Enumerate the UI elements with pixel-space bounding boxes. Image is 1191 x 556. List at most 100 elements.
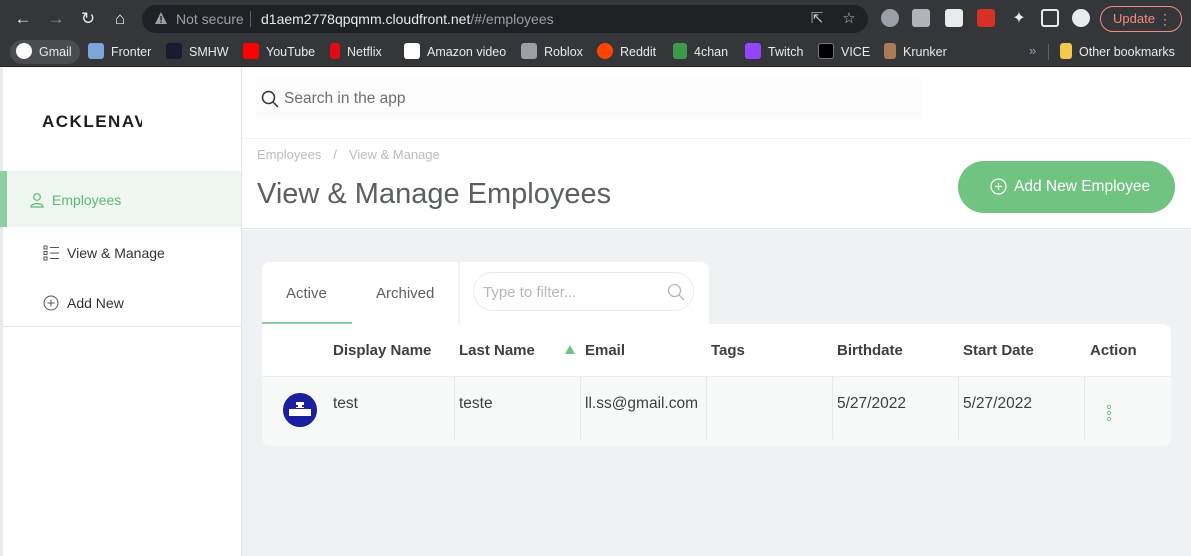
- bookmark-label: VICE: [841, 45, 871, 59]
- cell-start-date: 5/27/2022: [963, 395, 1032, 412]
- tab-archived[interactable]: Archived: [376, 285, 434, 302]
- bookmark-vice[interactable]: VICE: [818, 43, 870, 61]
- column-divider: [1084, 377, 1085, 439]
- divider: [3, 326, 241, 327]
- sidepanel-icon[interactable]: [1041, 9, 1059, 27]
- reload-icon[interactable]: ↻: [77, 8, 99, 30]
- breadcrumb: Employees / View & Manage: [257, 147, 440, 162]
- search-icon[interactable]: [667, 283, 685, 301]
- plus-circle-icon: [43, 295, 59, 311]
- avatar: [283, 393, 317, 427]
- extension-icon[interactable]: [912, 9, 930, 27]
- address-bar[interactable]: Not secure d1aem2778qpqmm.cloudfront.net…: [142, 5, 868, 33]
- bookmark-label: Twitch: [768, 45, 804, 59]
- search-input[interactable]: [284, 88, 684, 110]
- extension-icon[interactable]: [945, 9, 963, 27]
- url-host: d1aem2778qpqmm.cloudfront.net: [261, 11, 471, 27]
- app: ACKLENAVE Employees View & Manage Add Ne…: [0, 68, 1191, 556]
- bookmark-roblox[interactable]: Roblox: [521, 43, 583, 61]
- youtube-icon: [243, 43, 259, 59]
- roblox-icon: [521, 43, 537, 59]
- share-icon[interactable]: ⇱: [807, 9, 827, 29]
- list-icon: [43, 245, 59, 261]
- more-options-icon[interactable]: [1106, 404, 1112, 422]
- 4chan-icon: [673, 43, 687, 59]
- bookmark-4chan[interactable]: 4chan: [673, 43, 728, 61]
- avatar-image: [283, 393, 317, 427]
- bookmark-youtube[interactable]: YouTube: [243, 43, 315, 61]
- column-divider: [958, 377, 959, 439]
- tab-active[interactable]: Active: [286, 285, 327, 302]
- column-divider: [832, 377, 833, 439]
- twitch-icon: [745, 43, 761, 59]
- bookmark-label: Krunker: [903, 45, 947, 59]
- logo[interactable]: ACKLENAVE: [42, 112, 142, 132]
- url-path: /#/employees: [470, 11, 554, 27]
- bookmark-twitch[interactable]: Twitch: [745, 43, 803, 61]
- update-button[interactable]: Update ⋮: [1100, 6, 1182, 32]
- bookmark-krunker[interactable]: Krunker: [884, 43, 947, 61]
- sidebar-edge: [0, 68, 3, 556]
- column-header-last-name[interactable]: Last Name: [459, 342, 535, 359]
- netflix-icon: [330, 43, 340, 59]
- vice-icon: [818, 43, 834, 59]
- forward-icon[interactable]: →: [45, 8, 67, 30]
- cell-last-name: teste: [459, 395, 493, 412]
- bookmarks-bar: Gmail Fronter SMHW YouTube Netflix Amazo…: [0, 37, 1191, 67]
- column-divider: [706, 377, 707, 439]
- bookmark-label: 4chan: [694, 45, 729, 59]
- home-icon[interactable]: ⌂: [109, 8, 131, 30]
- user-icon: [30, 193, 44, 208]
- bookmark-label: Netflix: [347, 45, 382, 59]
- browser-toolbar: ← → ↻ ⌂ Not secure d1aem2778qpqmm.cloudf…: [0, 0, 1191, 37]
- sidebar-item-view-manage[interactable]: View & Manage: [67, 245, 165, 261]
- bookmark-label: Roblox: [544, 45, 583, 59]
- amazon-icon: [404, 43, 420, 59]
- breadcrumb-employees[interactable]: Employees: [257, 147, 321, 162]
- extension-icon[interactable]: [881, 9, 899, 27]
- bookmark-fronter[interactable]: Fronter: [88, 43, 151, 61]
- search-icon[interactable]: [261, 90, 279, 108]
- sort-ascending-icon[interactable]: [565, 345, 575, 354]
- bookmark-amazon-video[interactable]: Amazon video: [404, 43, 506, 61]
- tabs-bar: Active Archived: [262, 262, 709, 324]
- bookmark-label: Other bookmarks: [1079, 45, 1175, 59]
- profile-icon[interactable]: [1072, 9, 1090, 27]
- add-button-label: Add New Employee: [1014, 178, 1151, 195]
- url-text[interactable]: d1aem2778qpqmm.cloudfront.net/#/employee…: [261, 11, 554, 27]
- column-header-email[interactable]: Email: [585, 342, 625, 359]
- divider: [1048, 44, 1049, 60]
- page-title: View & Manage Employees: [257, 178, 612, 210]
- security-label[interactable]: Not secure: [176, 11, 244, 27]
- bookmark-reddit[interactable]: Reddit: [597, 43, 656, 61]
- breadcrumb-view-manage: View & Manage: [348, 147, 440, 162]
- divider: [242, 138, 1191, 139]
- back-icon[interactable]: ←: [12, 8, 34, 30]
- employees-table: Display Name Last Name Email Tags Birthd…: [262, 324, 1171, 446]
- breadcrumb-separator: /: [333, 147, 337, 162]
- bookmark-label: Amazon video: [427, 45, 507, 59]
- bookmark-netflix[interactable]: Netflix: [330, 43, 382, 61]
- column-header-start-date[interactable]: Start Date: [963, 342, 1034, 359]
- column-header-display-name[interactable]: Display Name: [333, 342, 431, 359]
- column-header-tags[interactable]: Tags: [711, 342, 745, 359]
- page-header: Employees / View & Manage View & Manage Em…: [242, 68, 1191, 229]
- krunker-icon: [884, 43, 896, 59]
- bookmark-gmail[interactable]: Gmail: [10, 40, 80, 64]
- cell-birthdate: 5/27/2022: [837, 395, 906, 412]
- bookmark-label: YouTube: [266, 45, 316, 59]
- filter-input[interactable]: [483, 282, 653, 302]
- star-icon[interactable]: ☆: [839, 9, 859, 29]
- chevron-right-icon[interactable]: »: [1029, 43, 1036, 58]
- filter-box: [473, 272, 694, 311]
- extension-icon[interactable]: [977, 9, 995, 27]
- divider: [250, 11, 251, 27]
- reddit-icon: [597, 43, 613, 59]
- column-header-birthdate[interactable]: Birthdate: [837, 342, 903, 359]
- puzzle-icon[interactable]: ✦: [1008, 8, 1030, 30]
- bookmark-other[interactable]: Other bookmarks: [1060, 43, 1175, 61]
- add-new-employee-button[interactable]: Add New Employee: [958, 161, 1175, 213]
- sidebar-item-add-new[interactable]: Add New: [67, 295, 124, 311]
- table-row[interactable]: test teste ll.ss@gmail.com 5/27/2022 5/2…: [262, 376, 1171, 446]
- bookmark-smhw[interactable]: SMHW: [166, 43, 229, 61]
